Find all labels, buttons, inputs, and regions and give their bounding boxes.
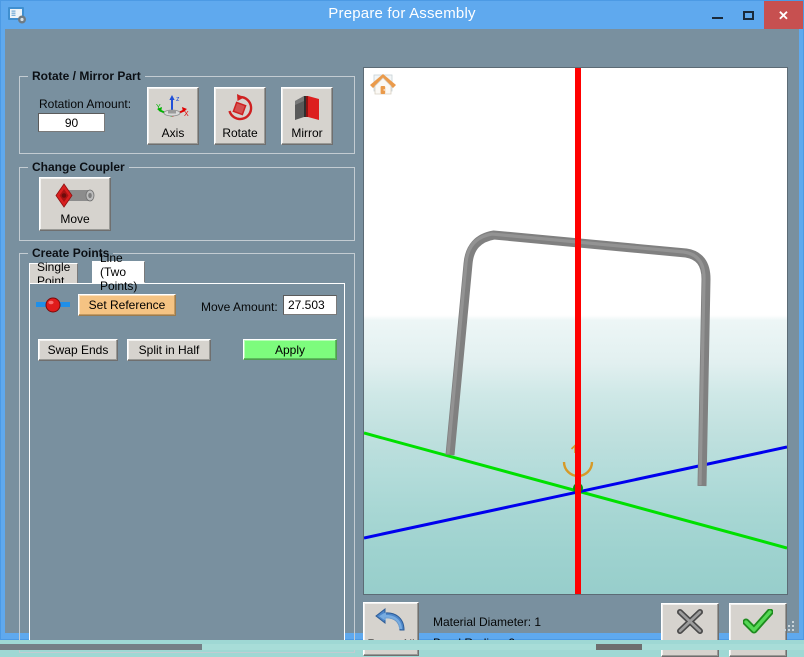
taskbar-segment-item	[596, 644, 642, 650]
apply-label: Apply	[274, 342, 306, 357]
mirror-button-label: Mirror	[291, 126, 323, 140]
close-button[interactable]: ✕	[764, 1, 803, 29]
rotation-amount-label: Rotation Amount:	[39, 97, 132, 111]
split-in-half-label: Split in Half	[138, 343, 200, 357]
window-title: Prepare for Assembly	[328, 5, 476, 22]
taskbar-segment-right	[642, 644, 804, 650]
move-amount-input[interactable]: 27.503	[283, 295, 337, 315]
maximize-button[interactable]	[733, 1, 764, 29]
taskbar-sliver	[0, 640, 804, 650]
move-coupler-button[interactable]: Move	[39, 177, 111, 231]
mirror-button[interactable]: Mirror	[281, 87, 333, 145]
split-in-half-button[interactable]: Split in Half	[127, 339, 211, 361]
swap-ends-label: Swap Ends	[47, 343, 109, 357]
mirror-plane-icon	[282, 93, 332, 123]
axis-button[interactable]: z Y X Axis	[147, 87, 199, 145]
tab-line-two-points[interactable]: Line (Two Points)	[92, 251, 146, 293]
dialog-window: Prepare for Assembly ✕ Rotate / Mirror P…	[0, 0, 804, 657]
part-3d-viewport[interactable]	[363, 67, 788, 595]
rotate-button-label: Rotate	[222, 126, 258, 140]
minimize-icon	[712, 17, 723, 19]
material-diameter-text: Material Diameter: 1	[433, 615, 542, 629]
taskbar-segment-left	[0, 644, 202, 650]
apply-button[interactable]: Apply	[243, 339, 337, 360]
check-mark-icon	[730, 609, 786, 635]
tab-line-two-points-label: Line (Two Points)	[100, 251, 138, 293]
rotate-arrow-icon	[215, 93, 265, 123]
home-icon[interactable]	[369, 72, 397, 98]
set-reference-label: Set Reference	[88, 298, 166, 312]
svg-text:Y: Y	[156, 104, 161, 111]
rotation-amount-input[interactable]: 90	[38, 113, 105, 132]
tab-single-point[interactable]: Single Point	[29, 260, 79, 288]
move-coupler-icon	[40, 183, 110, 209]
maximize-icon	[743, 10, 754, 20]
move-amount-label: Move Amount:	[201, 300, 278, 314]
svg-text:z: z	[176, 96, 180, 103]
taskbar-segment-mid	[202, 644, 596, 650]
svg-text:X: X	[184, 111, 189, 118]
minimize-button[interactable]	[702, 1, 733, 29]
title-bar: Prepare for Assembly ✕	[1, 1, 803, 29]
undo-arrow-icon	[364, 608, 418, 634]
set-reference-button[interactable]: Set Reference	[78, 294, 176, 316]
dialog-client-area: Rotate / Mirror Part Rotation Amount: 90…	[5, 29, 799, 657]
close-icon: ✕	[778, 7, 789, 23]
x-cross-icon	[662, 609, 718, 635]
rotate-mirror-legend: Rotate / Mirror Part	[28, 69, 145, 83]
move-coupler-button-label: Move	[60, 212, 90, 226]
swap-ends-button[interactable]: Swap Ends	[38, 339, 118, 361]
rotate-button[interactable]: Rotate	[214, 87, 266, 145]
resize-grip[interactable]	[784, 619, 796, 631]
axis-button-label: Axis	[161, 126, 185, 140]
line-two-points-pane: Set Reference Move Amount: 27.503 Swap E…	[29, 283, 345, 643]
line-endpoint-icon	[36, 296, 70, 314]
change-coupler-legend: Change Coupler	[28, 160, 129, 174]
xyz-axis-icon: z Y X	[148, 93, 198, 123]
